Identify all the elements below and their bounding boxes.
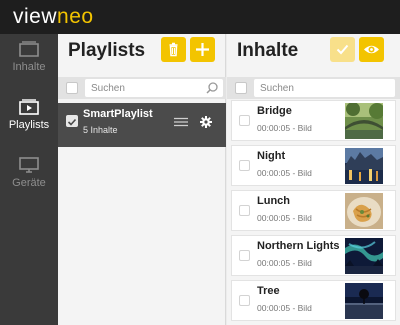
gear-icon[interactable] [199,115,213,129]
content-thumbnail [345,103,383,139]
playlists-search-row [58,77,226,99]
lunch-thumbnail-image [345,193,383,229]
top-bar: viewneo [0,0,400,34]
playlists-panel: Playlists SmartPlaylist 5 Inhalte [58,34,226,325]
content-checkbox[interactable] [239,160,250,171]
content-checkbox[interactable] [239,205,250,216]
content-item-northern-lights[interactable]: Northern Lights 00:00:05 - Bild [231,235,396,276]
plus-icon [196,43,209,56]
contents-panel: Inhalte Bridge 00:00:05 - Bild [227,34,400,325]
checkmark-icon [67,118,77,126]
content-title: Bridge [257,105,292,117]
eye-icon [364,45,379,54]
content-item-bridge[interactable]: Bridge 00:00:05 - Bild [231,100,396,141]
nav-label-playlists: Playlists [8,119,50,131]
bridge-thumbnail-image [345,103,383,139]
monitor-icon [19,157,39,173]
aurora-thumbnail-image [345,238,383,274]
playlist-icon [19,99,39,115]
playlists-search-input[interactable] [85,79,223,97]
check-icon [336,44,349,55]
content-meta: 00:00:05 - Bild [257,258,312,268]
content-checkbox[interactable] [239,295,250,306]
select-all-playlists-checkbox[interactable] [66,82,78,94]
preview-button[interactable] [359,37,384,62]
content-item-tree[interactable]: Tree 00:00:05 - Bild [231,280,396,321]
content-meta: 00:00:05 - Bild [257,168,312,178]
folder-icon [19,41,39,57]
search-icon [206,82,218,94]
nav-item-playlists[interactable]: Playlists [0,94,58,154]
content-title: Lunch [257,195,290,207]
add-playlist-button[interactable] [190,37,215,62]
playlists-title: Playlists [68,40,146,61]
contents-title: Inhalte [237,40,299,61]
content-checkbox[interactable] [239,115,250,126]
nav-item-geraete[interactable]: Geräte [0,152,58,212]
playlist-checkbox[interactable] [66,115,78,127]
trash-icon [169,42,178,57]
confirm-button[interactable] [330,37,355,62]
delete-playlist-button[interactable] [161,37,186,62]
content-title: Tree [257,285,280,297]
content-item-lunch[interactable]: Lunch 00:00:05 - Bild [231,190,396,231]
content-title: Night [257,150,286,162]
nav-item-inhalte[interactable]: Inhalte [0,36,58,96]
content-title: Northern Lights [257,240,340,252]
drag-handle-icon[interactable] [174,117,188,127]
contents-search-row [227,77,400,99]
content-thumbnail [345,193,383,229]
playlist-name: SmartPlaylist [83,108,153,120]
tree-thumbnail-image [345,283,383,319]
main-nav: Inhalte Playlists Geräte [0,34,58,325]
playlist-row-smartplaylist[interactable]: SmartPlaylist 5 Inhalte [58,103,226,147]
content-thumbnail [345,148,383,184]
app-logo[interactable]: viewneo [13,5,94,29]
content-checkbox[interactable] [239,250,250,261]
select-all-contents-checkbox[interactable] [235,82,247,94]
content-meta: 00:00:05 - Bild [257,213,312,223]
playlist-count: 5 Inhalte [83,125,118,135]
nav-label-geraete: Geräte [12,177,46,189]
nav-label-inhalte: Inhalte [12,61,46,73]
content-thumbnail [345,238,383,274]
content-meta: 00:00:05 - Bild [257,123,312,133]
night-thumbnail-image [345,148,383,184]
content-meta: 00:00:05 - Bild [257,303,312,313]
content-thumbnail [345,283,383,319]
content-item-night[interactable]: Night 00:00:05 - Bild [231,145,396,186]
contents-search-input[interactable] [254,79,395,97]
